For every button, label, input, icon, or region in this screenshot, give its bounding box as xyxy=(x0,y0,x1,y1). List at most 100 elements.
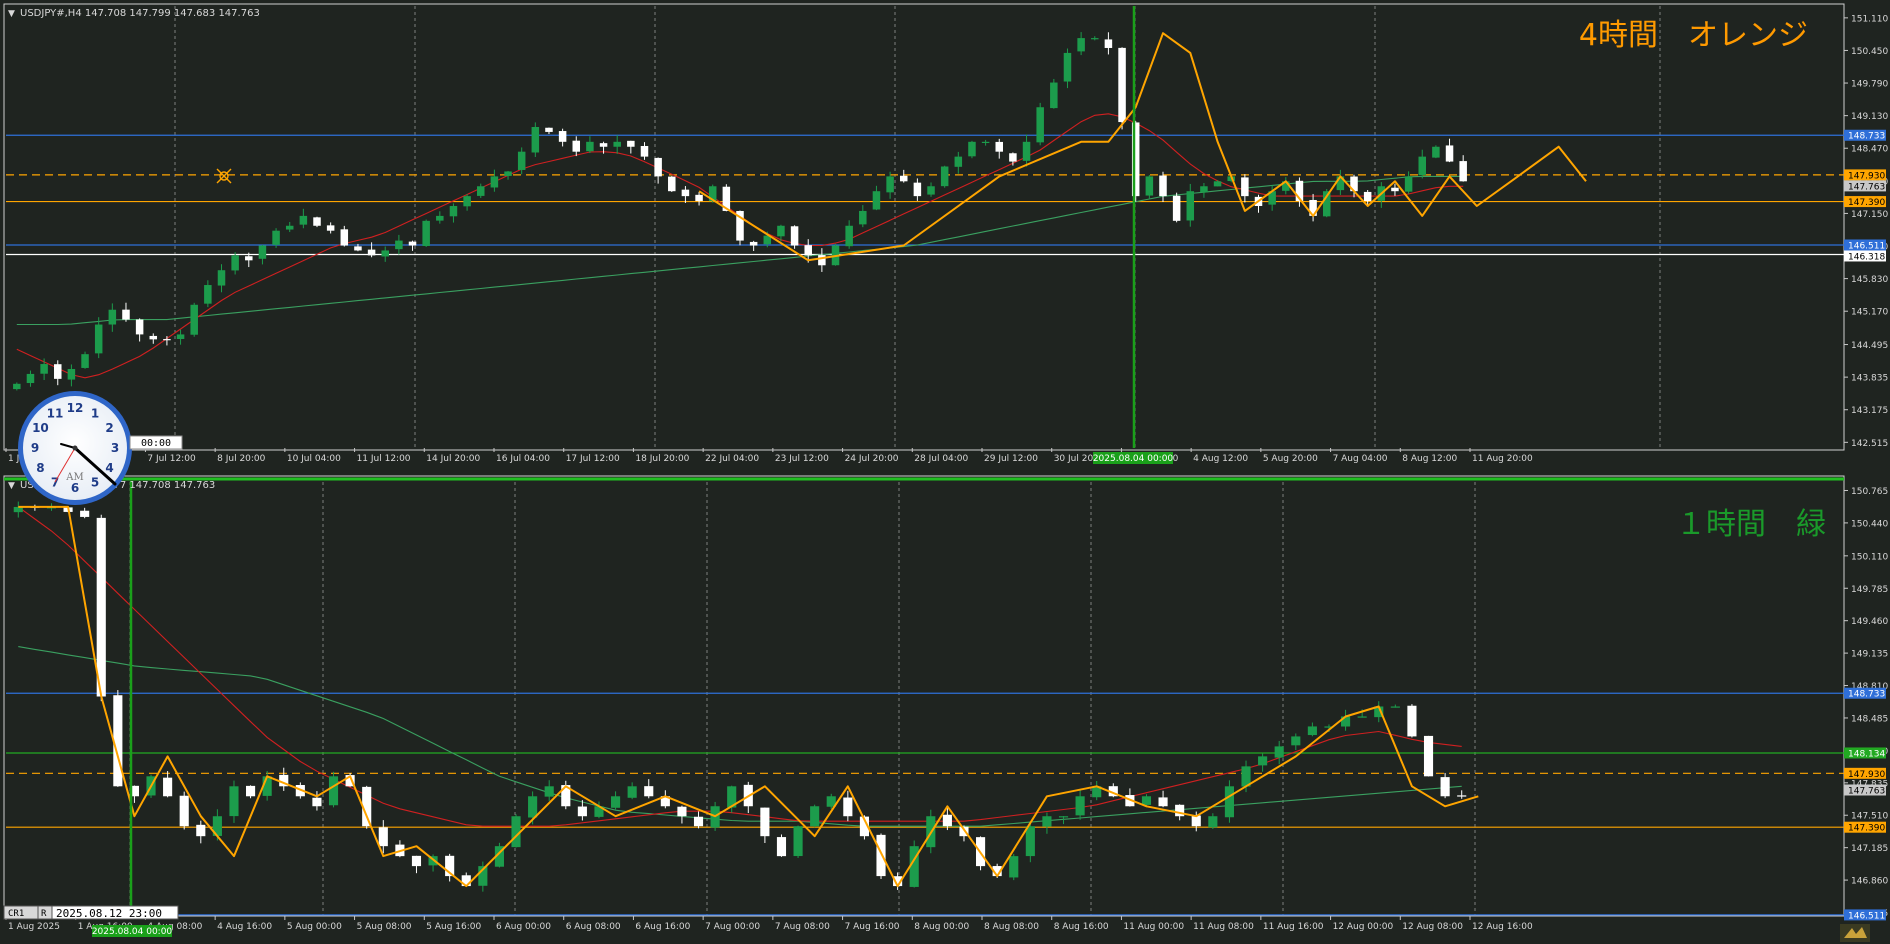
price-tag-label: 148.733 xyxy=(1848,690,1885,700)
candle xyxy=(1423,735,1434,777)
candle xyxy=(81,351,89,369)
price-tag-label: 147.390 xyxy=(1848,198,1885,208)
price-tick-label: 144.495 xyxy=(1851,341,1888,351)
time-tick-label: 4 Aug 12:00 xyxy=(1193,454,1248,464)
h1-cursor-time-label: 2025.08.04 00:00 xyxy=(92,927,173,937)
time-tick-label: 1 Aug 2025 xyxy=(8,922,60,932)
h1-overlay-title: １時間 緑 xyxy=(1676,507,1826,542)
price-tick-label: 146.860 xyxy=(1851,877,1888,887)
clock-number: 5 xyxy=(91,476,99,490)
price-tick-label: 148.470 xyxy=(1851,145,1888,155)
price-tick-label: 149.460 xyxy=(1851,617,1888,627)
time-tick-label: 6 Aug 16:00 xyxy=(635,922,690,932)
price-tick-label: 149.790 xyxy=(1851,80,1888,90)
candle xyxy=(940,165,949,188)
h1-status-box: CR1 R 2025.08.12 23:00 xyxy=(3,905,179,920)
candle xyxy=(531,122,540,157)
h4-plot-area[interactable] xyxy=(3,3,1845,451)
candle xyxy=(1050,78,1058,109)
price-tick-label: 142.515 xyxy=(1851,439,1888,449)
h4-chart-panel[interactable]: 151.110150.450149.790149.130148.470147.8… xyxy=(3,3,1888,464)
price-tick-label: 149.135 xyxy=(1851,650,1888,660)
candle xyxy=(313,216,321,228)
r-label[interactable]: R xyxy=(41,909,47,919)
h1-cursor-time-box: 2025.08.04 00:00 xyxy=(92,925,173,937)
dropdown-triangle-icon[interactable]: ▼ xyxy=(8,9,15,19)
dropdown-triangle-icon[interactable]: ▼ xyxy=(8,481,15,491)
h4-price-axis: 151.110150.450149.790149.130148.470147.8… xyxy=(1844,14,1888,449)
time-tick-label: 4 Aug 16:00 xyxy=(217,922,272,932)
h1-chart-panel[interactable]: 150.765 150.440 150.110 149.785 149.460 149.1… xyxy=(3,475,1888,942)
price-tag-label: 147.930 xyxy=(1848,770,1885,780)
clock-under-label-text: 00:00 xyxy=(141,438,171,449)
time-tick-label: 8 Aug 12:00 xyxy=(1402,454,1457,464)
time-tick-label: 29 Jul 12:00 xyxy=(984,454,1038,464)
clock-center-pin xyxy=(72,445,78,451)
h4-symbol-info: ▼ USDJPY#,H4 147.708 147.799 147.683 147… xyxy=(8,8,260,19)
trading-terminal: 151.110150.450149.790149.130148.470147.8… xyxy=(3,3,1888,942)
price-tag: 147.390 xyxy=(1844,196,1886,208)
clock-under-label: 00:00 xyxy=(129,435,183,450)
h4-symbol-label: USDJPY#,H4 147.708 147.799 147.683 147.7… xyxy=(20,8,260,19)
price-tag-label: 147.763 xyxy=(1848,182,1885,192)
price-tag: 147.930 xyxy=(1844,767,1886,780)
clock-number: 4 xyxy=(105,461,113,475)
time-tick-label: 22 Jul 04:00 xyxy=(705,454,759,464)
price-tag: 146.511 xyxy=(1844,909,1886,921)
price-tag-label: 146.318 xyxy=(1848,252,1885,262)
price-tag-label: 148.134 xyxy=(1848,749,1885,759)
price-tick-label: 149.130 xyxy=(1851,112,1888,122)
time-tick-label: 8 Aug 16:00 xyxy=(1054,922,1109,932)
price-tag: 147.390 xyxy=(1844,821,1886,834)
cr-label: CR1 xyxy=(8,909,24,919)
time-tick-label: 12 Aug 16:00 xyxy=(1472,922,1533,932)
time-tick-label: 14 Jul 20:00 xyxy=(426,454,480,464)
time-tick-label: 5 Aug 16:00 xyxy=(426,922,481,932)
time-tick-label: 24 Jul 20:00 xyxy=(845,454,899,464)
price-tick-label: 151.110 xyxy=(1851,14,1888,24)
price-tick-label: 149.785 xyxy=(1851,585,1888,595)
price-tag-label: 146.511 xyxy=(1848,911,1885,921)
price-tick-label: 150.450 xyxy=(1851,47,1888,57)
time-tick-label: 6 Aug 08:00 xyxy=(566,922,621,932)
price-tick-label: 147.510 xyxy=(1851,812,1888,822)
candle xyxy=(1224,780,1234,823)
price-tag: 148.733 xyxy=(1844,129,1886,142)
price-tag: 146.318 xyxy=(1844,250,1886,262)
time-tick-label: 7 Aug 16:00 xyxy=(845,922,900,932)
time-tick-label: 7 Aug 04:00 xyxy=(1333,454,1388,464)
clock-number: 6 xyxy=(71,481,79,495)
clock-number: 9 xyxy=(31,441,39,455)
price-tick-label: 147.185 xyxy=(1851,844,1888,854)
time-tick-label: 16 Jul 04:00 xyxy=(496,454,550,464)
clock-number: 12 xyxy=(67,401,84,415)
clock-number: 8 xyxy=(36,461,44,475)
time-tick-label: 5 Aug 08:00 xyxy=(357,922,412,932)
status-time: 2025.08.12 23:00 xyxy=(56,907,162,920)
candle xyxy=(179,791,189,830)
price-tag: 148.134 xyxy=(1844,747,1886,759)
price-tag: 147.930 xyxy=(1844,169,1886,181)
candle xyxy=(968,140,976,159)
time-tick-label: 7 Aug 08:00 xyxy=(775,922,830,932)
h1-plot-area[interactable] xyxy=(3,475,1845,917)
price-tick-label: 150.765 xyxy=(1851,487,1888,497)
candle xyxy=(1432,145,1440,159)
price-tag-label: 146.511 xyxy=(1848,241,1885,251)
h4-overlay-title: 4時間 オレンジ xyxy=(1579,18,1808,53)
time-tick-label: 12 Aug 00:00 xyxy=(1333,922,1394,932)
time-tick-label: 5 Aug 20:00 xyxy=(1263,454,1318,464)
candle xyxy=(1407,704,1417,738)
price-tag: 148.733 xyxy=(1844,687,1886,700)
price-tag: 147.763 xyxy=(1844,784,1886,796)
candle xyxy=(328,771,339,808)
candle xyxy=(1036,102,1044,146)
h1-price-axis: 150.765 150.440 150.110 149.785 149.460 149.1… xyxy=(1844,487,1888,919)
price-tag-label: 147.930 xyxy=(1848,171,1885,181)
analog-clock-widget[interactable]: 12 1234567891011 AM xyxy=(18,391,132,505)
price-tag-label: 147.763 xyxy=(1848,786,1885,796)
clock-number: 2 xyxy=(105,421,113,435)
candle xyxy=(1118,47,1126,130)
clock-ampm: AM xyxy=(65,472,83,483)
time-tick-label: 18 Jul 20:00 xyxy=(635,454,689,464)
